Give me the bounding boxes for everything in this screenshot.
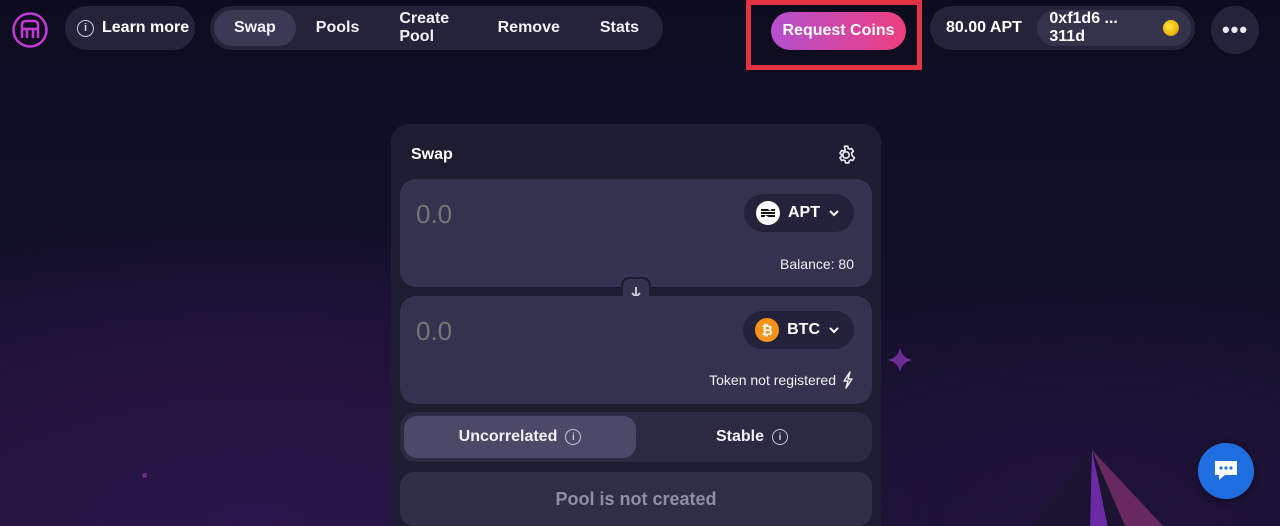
from-balance: Balance: 80 [780,256,854,272]
main-nav: Swap Pools Create Pool Remove Stats [210,6,663,50]
wallet-address-button[interactable]: 0xf1d6 ... 311d [1037,10,1191,46]
info-icon[interactable]: i [772,429,788,445]
sparkle-decoration-icon [887,347,913,373]
curve-stable-tab[interactable]: Stable i [636,416,868,458]
info-icon: i [77,19,94,37]
nav-pools[interactable]: Pools [296,10,380,46]
to-token-symbol: BTC [787,321,820,338]
chevron-down-icon [829,327,839,334]
request-coins-button[interactable]: Request Coins [771,12,906,50]
curve-selector: Uncorrelated i Stable i [400,412,872,462]
from-balance-label: Balance: 80 [780,256,854,272]
decoration-dot [142,473,147,478]
settings-gear-icon[interactable] [835,144,857,166]
chat-support-button[interactable] [1198,443,1254,499]
curve-uncorrelated-tab[interactable]: Uncorrelated i [404,416,636,458]
curve-stable-label: Stable [715,428,764,445]
from-amount-input[interactable] [416,199,616,230]
from-token-symbol: APT [788,204,820,221]
wallet-balance: 80.00 APT [946,19,1022,36]
learn-more-button[interactable]: i Learn more [65,6,195,50]
liquidswap-logo-icon [12,12,48,48]
learn-more-label: Learn more [102,19,190,36]
info-icon[interactable]: i [565,429,582,445]
more-dots-icon: ••• [1221,17,1249,42]
app-logo[interactable] [10,10,50,50]
to-token-selector[interactable]: ₿ BTC [743,311,854,349]
lightning-icon [843,371,853,389]
wallet-address: 0xf1d6 ... 311d [1049,10,1118,45]
nav-stats[interactable]: Stats [580,10,659,46]
more-menu-button[interactable]: ••• [1211,6,1259,54]
swap-from-panel: APT Balance: 80 [400,179,872,287]
nav-create-pool[interactable]: Create Pool [379,10,477,46]
to-amount-input[interactable] [416,316,616,347]
nav-remove[interactable]: Remove [478,10,580,46]
nav-swap[interactable]: Swap [214,10,296,46]
pool-status-button[interactable]: Pool is not created [400,472,872,526]
swap-card: Swap APT Balance: 80 [391,124,881,526]
from-token-selector[interactable]: APT [744,194,854,232]
swap-title: Swap [411,146,453,163]
swap-to-panel: ₿ BTC Token not registered [400,296,872,404]
btc-token-icon: ₿ [755,318,780,342]
token-status-label: Token not registered [709,372,836,388]
token-register-status[interactable]: Token not registered [709,371,854,389]
wallet-widget: 80.00 APT 0xf1d6 ... 311d [930,6,1195,50]
wallet-avatar-icon [1163,20,1179,36]
chat-bubble-icon [1215,461,1237,480]
apt-token-icon [756,201,780,225]
chevron-down-icon [829,210,839,217]
curve-uncorrelated-label: Uncorrelated [458,428,558,445]
